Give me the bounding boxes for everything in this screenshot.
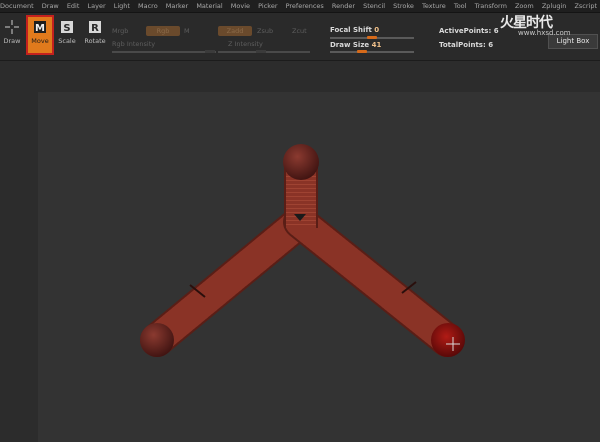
zsphere-model[interactable] [0,0,600,442]
top-zsphere[interactable] [283,144,319,180]
right-zsphere-selected[interactable] [431,323,465,357]
left-arm [140,205,317,357]
right-arm [283,205,464,357]
left-zsphere[interactable] [140,323,174,357]
